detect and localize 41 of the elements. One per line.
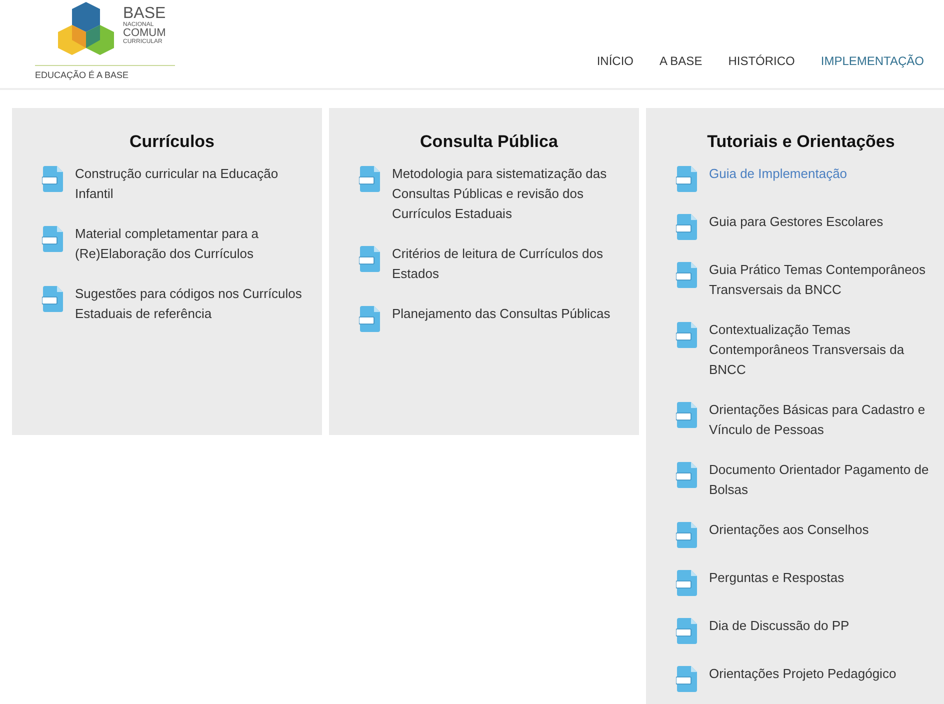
document-link[interactable]: Orientações aos Conselhos (709, 520, 937, 540)
pdf-file-icon (676, 522, 698, 548)
document-link[interactable]: Documento Orientador Pagamento de Bolsas (709, 460, 937, 500)
pdf-file-icon (42, 226, 64, 252)
document-link[interactable]: Construção curricular na Educação Infantil (75, 164, 303, 204)
document-link[interactable]: Guia para Gestores Escolares (709, 212, 937, 232)
pdf-file-icon (676, 322, 698, 348)
document-link[interactable]: Guia Prático Temas Contemporâneos Transversais da BNCC (709, 260, 937, 300)
document-link[interactable]: Contextualização Temas Contemporâneos Transversais da BNCC (709, 320, 937, 380)
pdf-file-icon (676, 402, 698, 428)
pdf-file-icon (676, 666, 698, 692)
pdf-file-icon (676, 214, 698, 240)
pdf-file-icon (676, 166, 698, 192)
pdf-file-icon (676, 570, 698, 596)
pdf-file-icon (676, 462, 698, 488)
panel-title: Tutoriais e Orientações (706, 132, 896, 152)
document-link[interactable]: Dia de Discussão do PP (709, 616, 937, 636)
pdf-file-icon (359, 306, 381, 332)
panel-title: Consulta Pública (419, 132, 559, 152)
panel-title: Currículos (128, 132, 216, 152)
logo-text: BASE (123, 6, 166, 22)
document-link[interactable]: Metodologia para sistematização das Consultas Públicas e revisão dos Currículos Estaduais (392, 164, 620, 224)
pdf-file-icon (676, 262, 698, 288)
nav-link[interactable]: HISTÓRICO (728, 54, 795, 68)
document-link[interactable]: Orientações Projeto Pedagógico (709, 664, 937, 684)
pdf-file-icon (359, 166, 381, 192)
document-link[interactable]: Sugestões para códigos nos Currículos Estaduais de referência (75, 284, 303, 324)
nav-link[interactable]: INÍCIO (596, 54, 634, 68)
pdf-file-icon (676, 618, 698, 644)
pdf-file-icon (42, 166, 64, 192)
pdf-file-icon (359, 246, 381, 272)
document-link[interactable]: Critérios de leitura de Currículos dos Estados (392, 244, 620, 284)
pdf-file-icon (42, 286, 64, 312)
document-link[interactable]: Material completamentar para a (Re)Elaboração dos Currículos (75, 224, 303, 264)
document-link[interactable]: Perguntas e Respostas (709, 568, 937, 588)
nav-link[interactable]: A BASE (660, 54, 702, 68)
document-link[interactable]: Planejamento das Consultas Públicas (392, 304, 620, 324)
logo-tagline: EDUCAÇÃO É A BASE (35, 70, 130, 80)
document-link[interactable]: Orientações Básicas para Cadastro e Vínculo de Pessoas (709, 400, 937, 440)
nav-link[interactable]: IMPLEMENTAÇÃO (820, 54, 924, 68)
logo-text: COMUM (123, 28, 166, 39)
